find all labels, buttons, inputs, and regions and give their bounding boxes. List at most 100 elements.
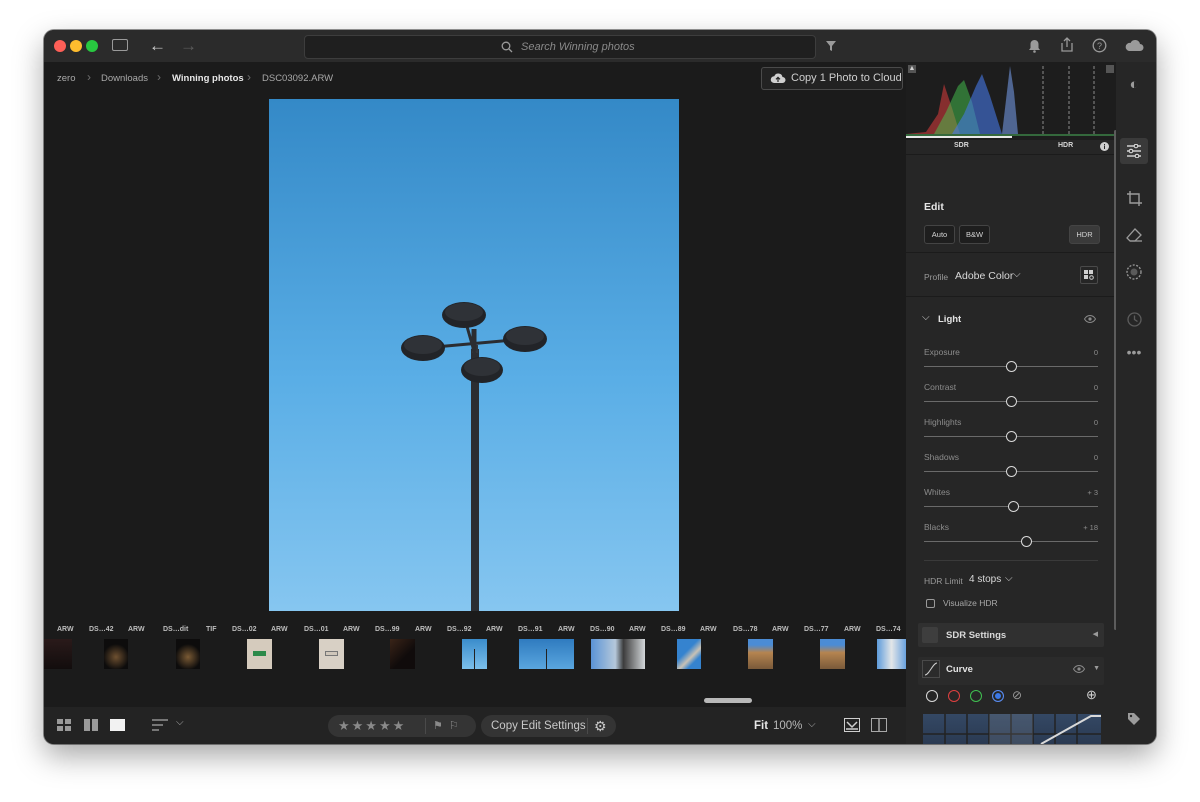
zoom-level[interactable]: 100% [773, 720, 802, 732]
chevron-down-icon[interactable]: ⌵ [1013, 270, 1021, 280]
exposure-slider-knob[interactable] [1005, 361, 1017, 372]
green-channel-button[interactable] [970, 690, 982, 702]
chevron-down-icon[interactable]: ⌵ [922, 313, 930, 323]
visibility-eye-icon[interactable] [1073, 665, 1085, 673]
slider-value[interactable]: 0 [1094, 383, 1098, 392]
light-section-title[interactable]: Light [938, 314, 961, 325]
profile-label: Profile [924, 272, 949, 282]
help-icon[interactable]: ? [1092, 38, 1107, 53]
filmstrip-thumbnail[interactable] [462, 639, 487, 669]
close-window-button[interactable] [54, 40, 66, 52]
sort-icon[interactable] [152, 719, 168, 731]
hdr-limit-label: HDR Limit [924, 576, 963, 586]
tag-icon[interactable] [1127, 712, 1141, 726]
filmstrip-thumbnail[interactable] [319, 639, 344, 669]
healing-eraser-icon[interactable] [1126, 228, 1142, 242]
star-rating-icon[interactable]: ★★★★★ [338, 718, 406, 734]
chevron-down-icon[interactable]: ⌵ [808, 720, 816, 730]
breadcrumb-item-downloads[interactable]: Downloads [101, 73, 148, 84]
presets-icon[interactable]: ◐ [1116, 76, 1152, 93]
clipping-highlights-toggle[interactable] [1106, 65, 1114, 73]
edit-sliders-icon[interactable] [1127, 144, 1141, 158]
red-channel-button[interactable] [948, 690, 960, 702]
search-field[interactable]: Search Winning photos [304, 35, 816, 59]
chevron-down-icon[interactable]: ⌵ [176, 718, 184, 728]
sidebar-toggle-icon[interactable] [112, 39, 128, 51]
curve-section-header[interactable]: Curve ▼ [918, 657, 1104, 685]
masking-icon[interactable] [1126, 264, 1142, 280]
detail-view-icon[interactable] [110, 719, 125, 731]
copy-edit-settings-button[interactable]: Copy Edit Settings [491, 720, 586, 732]
filmstrip-thumbnail[interactable] [748, 639, 773, 669]
collapse-left-icon: ◀ [1092, 631, 1098, 638]
crop-view-icon[interactable] [844, 718, 860, 732]
flag-reject-icon[interactable]: ⚐ [449, 719, 459, 732]
filmstrip-thumbnail[interactable] [390, 639, 415, 669]
filmstrip-label: ARW [772, 626, 789, 633]
slider-value[interactable]: + 3 [1087, 488, 1098, 497]
slider-value[interactable]: + 18 [1083, 523, 1098, 532]
filmstrip-thumbnail[interactable] [820, 639, 845, 669]
blacks-slider-knob[interactable] [1021, 536, 1033, 547]
crop-icon[interactable] [1127, 191, 1142, 206]
visualize-hdr-checkbox[interactable] [926, 599, 935, 608]
grid-view-icon[interactable] [57, 719, 71, 731]
shadows-slider-knob[interactable] [1005, 466, 1017, 477]
whites-slider-knob[interactable] [1008, 501, 1020, 512]
chevron-down-icon[interactable]: ⌵ [1005, 574, 1013, 584]
curve-options-icon[interactable]: ⊘ [1012, 688, 1022, 702]
slider-value[interactable]: 0 [1094, 348, 1098, 357]
copy-to-cloud-button[interactable]: Copy 1 Photo to Cloud [761, 67, 903, 90]
notification-bell-icon[interactable] [1028, 39, 1041, 53]
main-photo[interactable] [269, 99, 679, 611]
sdr-settings-section[interactable]: SDR Settings ◀ [918, 623, 1104, 647]
flag-pick-icon[interactable]: ⚑ [433, 719, 443, 732]
collapse-down-icon[interactable]: ▼ [1093, 665, 1100, 672]
hdr-limit-dropdown[interactable]: 4 stops [969, 574, 1001, 585]
cloud-icon[interactable] [1124, 39, 1144, 52]
filmstrip-thumbnail[interactable] [176, 639, 200, 669]
clipping-shadows-toggle[interactable]: ▲ [908, 65, 916, 73]
curve-graph[interactable] [923, 714, 1101, 744]
target-adjust-icon[interactable]: ⊕ [1086, 687, 1097, 703]
gear-icon[interactable]: ⚙ [594, 718, 607, 735]
share-icon[interactable] [1060, 37, 1074, 53]
square-grid-view-icon[interactable] [84, 719, 98, 731]
filmstrip-thumbnail[interactable] [104, 639, 128, 669]
filmstrip-scrollbar[interactable] [704, 698, 752, 703]
more-options-icon[interactable]: ••• [1116, 344, 1152, 360]
info-icon[interactable] [1100, 142, 1109, 151]
compare-view-icon[interactable] [871, 718, 887, 732]
minimize-window-button[interactable] [70, 40, 82, 52]
blacks-slider-track[interactable] [924, 541, 1098, 542]
blue-channel-button[interactable] [992, 690, 1004, 702]
forward-arrow-icon[interactable]: → [180, 37, 197, 54]
history-icon[interactable] [1127, 312, 1142, 327]
profile-browser-button[interactable] [1080, 266, 1098, 284]
slider-value[interactable]: 0 [1094, 453, 1098, 462]
black-white-button[interactable]: B&W [959, 225, 990, 244]
visibility-eye-icon[interactable] [1084, 315, 1096, 323]
breadcrumb-item-zero[interactable]: zero [57, 73, 75, 84]
slider-label: Blacks [924, 522, 950, 532]
filmstrip-thumbnail[interactable] [591, 639, 645, 669]
filmstrip-thumbnail[interactable] [519, 639, 574, 669]
filmstrip-thumbnail[interactable] [877, 639, 906, 669]
auto-button[interactable]: Auto [924, 225, 955, 244]
filmstrip-label: DS…99 [375, 626, 400, 633]
profile-dropdown[interactable]: Adobe Color [955, 270, 1013, 282]
hdr-toggle-button[interactable]: HDR [1069, 225, 1100, 244]
zoom-fit-button[interactable]: Fit [754, 720, 768, 732]
contrast-slider-knob[interactable] [1005, 396, 1017, 407]
slider-value[interactable]: 0 [1094, 418, 1098, 427]
filter-icon[interactable] [825, 40, 837, 52]
filmstrip-thumbnail[interactable] [247, 639, 272, 669]
breadcrumb-item-album[interactable]: Winning photos [172, 73, 244, 84]
filmstrip-thumbnail[interactable] [44, 639, 72, 669]
parametric-curve-button[interactable] [926, 690, 938, 702]
filmstrip-thumbnail[interactable] [677, 639, 701, 669]
zoom-window-button[interactable] [86, 40, 98, 52]
back-arrow-icon[interactable]: ← [149, 37, 166, 54]
filmstrip-label: DS…77 [804, 626, 829, 633]
highlights-slider-knob[interactable] [1005, 431, 1017, 442]
